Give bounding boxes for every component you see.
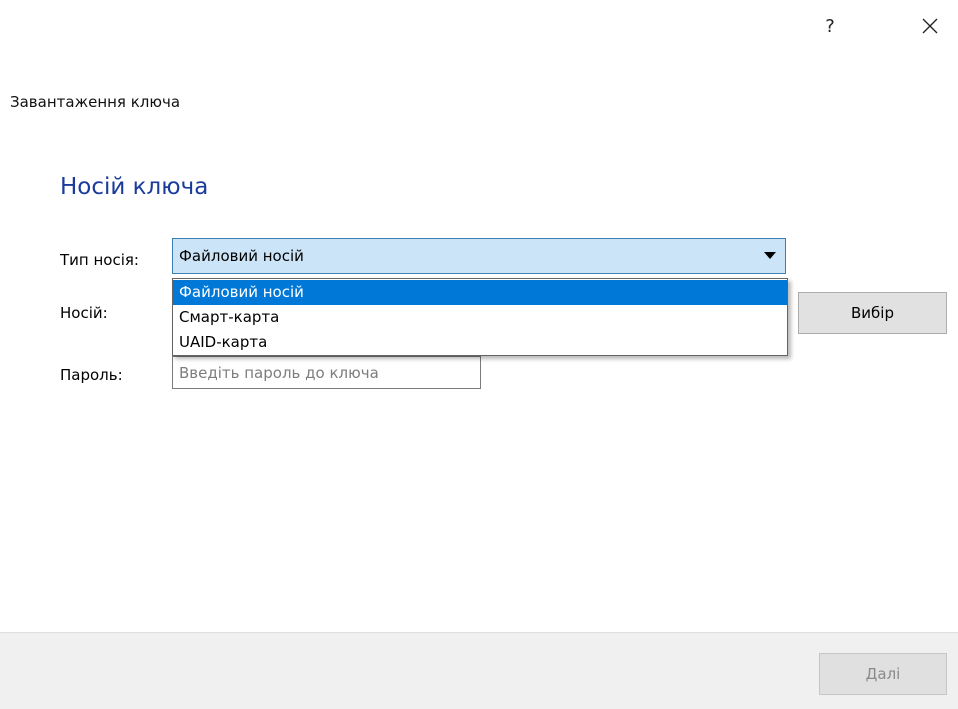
dropdown-option-smart-card[interactable]: Смарт-карта bbox=[173, 305, 787, 330]
password-label: Пароль: bbox=[60, 366, 123, 384]
media-type-select[interactable]: Файловий носій bbox=[172, 238, 786, 274]
dropdown-arrow-icon bbox=[755, 252, 785, 260]
close-button[interactable] bbox=[910, 6, 950, 46]
footer-bar bbox=[0, 632, 958, 709]
media-type-dropdown-list: Файловий носій Смарт-карта UAID-карта bbox=[172, 278, 788, 356]
window-caption: Завантаження ключа bbox=[10, 93, 181, 111]
media-type-label: Тип носія: bbox=[60, 251, 139, 269]
dropdown-option-uaid-card[interactable]: UAID-карта bbox=[173, 330, 787, 355]
section-heading: Носій ключа bbox=[60, 174, 209, 200]
next-button[interactable]: Далі bbox=[819, 653, 947, 695]
help-icon: ? bbox=[825, 15, 835, 37]
dropdown-option-file-media[interactable]: Файловий носій bbox=[173, 280, 787, 305]
media-type-value: Файловий носій bbox=[179, 247, 304, 265]
close-icon bbox=[922, 18, 938, 34]
key-loading-dialog: ? Завантаження ключа Носій ключа Тип нос… bbox=[0, 0, 958, 709]
password-input[interactable] bbox=[172, 356, 481, 389]
choose-button[interactable]: Вибір bbox=[798, 292, 947, 334]
media-label: Носій: bbox=[60, 304, 108, 322]
help-button[interactable]: ? bbox=[810, 6, 850, 46]
